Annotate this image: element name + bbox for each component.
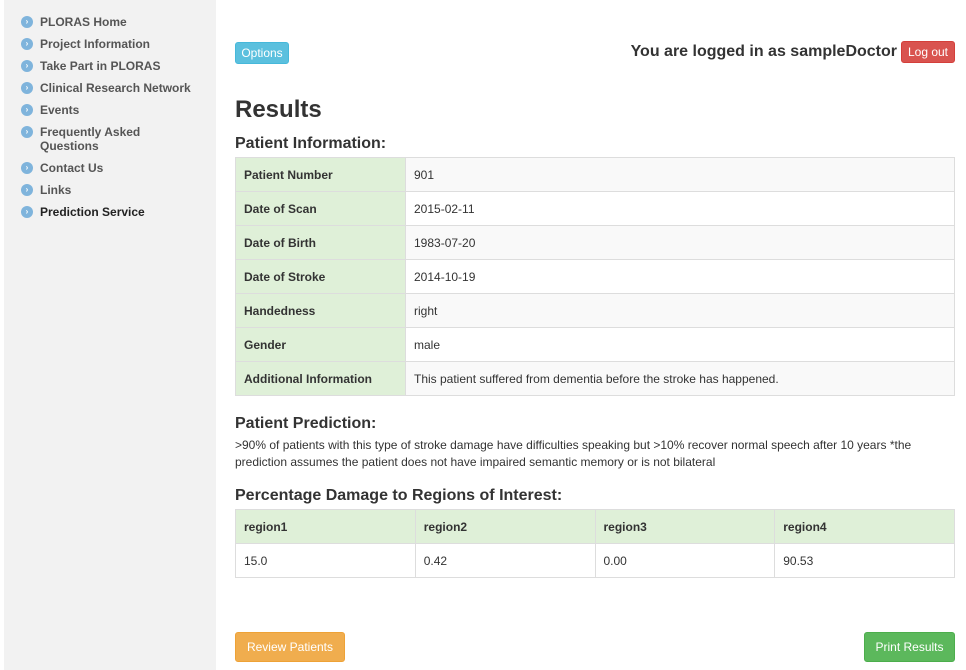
additional-information-label: Additional Information <box>235 361 406 396</box>
additional-information-value: This patient suffered from dementia befo… <box>405 361 955 396</box>
table-row: Gender male <box>235 327 955 362</box>
prediction-text: >90% of patients with this type of strok… <box>235 438 912 469</box>
review-patients-button[interactable]: Review Patients <box>235 632 345 662</box>
sidebar-item-clinical-research-network[interactable]: › Clinical Research Network <box>4 81 216 95</box>
column-header-region4: region4 <box>774 509 955 544</box>
sidebar-item-label: Prediction Service <box>40 205 145 219</box>
roi-heading: Percentage Damage to Regions of Interest… <box>235 487 563 504</box>
date-of-stroke-value: 2014-10-19 <box>405 259 955 294</box>
sidebar-item-label: Events <box>40 103 80 117</box>
chevron-right-icon: › <box>21 206 33 218</box>
options-button[interactable]: Options <box>235 42 289 64</box>
chevron-right-icon: › <box>21 16 33 28</box>
date-of-scan-label: Date of Scan <box>235 191 406 226</box>
table-row: Date of Stroke 2014-10-19 <box>235 259 955 294</box>
region4-value: 90.53 <box>774 543 955 578</box>
table-header-row: region1 region2 region3 region4 <box>235 509 955 544</box>
sidebar-item-label: PLORAS Home <box>40 15 127 29</box>
date-of-birth-value: 1983-07-20 <box>405 225 955 260</box>
chevron-right-icon: › <box>21 60 33 72</box>
gender-value: male <box>405 327 955 362</box>
sidebar-item-label: Take Part in PLORAS <box>40 59 161 73</box>
sidebar-item-prediction-service[interactable]: › Prediction Service <box>4 205 216 219</box>
sidebar-item-links[interactable]: › Links <box>4 183 216 197</box>
region2-value: 0.42 <box>414 543 596 578</box>
patient-number-value: 901 <box>405 157 955 192</box>
sidebar-item-contact-us[interactable]: › Contact Us <box>4 161 216 175</box>
sidebar-item-faq[interactable]: › Frequently Asked Questions <box>4 125 216 153</box>
print-results-button[interactable]: Print Results <box>864 632 955 662</box>
sidebar-item-label: Project Information <box>40 37 151 51</box>
region3-value: 0.00 <box>594 543 776 578</box>
column-header-region1: region1 <box>235 509 416 544</box>
handedness-label: Handedness <box>235 293 406 328</box>
sidebar-item-take-part[interactable]: › Take Part in PLORAS <box>4 59 216 73</box>
sidebar: › PLORAS Home › Project Information › Ta… <box>4 0 216 670</box>
roi-table: region1 region2 region3 region4 15.0 0.4… <box>235 509 955 578</box>
sidebar-item-label: Contact Us <box>40 161 104 175</box>
chevron-right-icon: › <box>21 82 33 94</box>
table-row: Patient Number 901 <box>235 157 955 192</box>
date-of-stroke-label: Date of Stroke <box>235 259 406 294</box>
table-row: Handedness right <box>235 293 955 328</box>
sidebar-item-label: Links <box>40 183 72 197</box>
patient-info-table: Patient Number 901 Date of Scan 2015-02-… <box>235 157 955 396</box>
gender-label: Gender <box>235 327 406 362</box>
region1-value: 15.0 <box>235 543 416 578</box>
handedness-value: right <box>405 293 955 328</box>
sidebar-item-ploras-home[interactable]: › PLORAS Home <box>4 15 216 29</box>
sidebar-item-label: Clinical Research Network <box>40 81 191 95</box>
column-header-region3: region3 <box>594 509 776 544</box>
patient-number-label: Patient Number <box>235 157 406 192</box>
chevron-right-icon: › <box>21 104 33 116</box>
logged-in-text: You are logged in as sampleDoctor <box>630 43 897 60</box>
chevron-right-icon: › <box>21 38 33 50</box>
date-of-birth-label: Date of Birth <box>235 225 406 260</box>
chevron-right-icon: › <box>21 184 33 196</box>
table-row: Date of Birth 1983-07-20 <box>235 225 955 260</box>
sidebar-item-label: Frequently Asked Questions <box>40 125 141 153</box>
column-header-region2: region2 <box>414 509 596 544</box>
table-row: Date of Scan 2015-02-11 <box>235 191 955 226</box>
chevron-right-icon: › <box>21 162 33 174</box>
table-row: 15.0 0.42 0.00 90.53 <box>235 543 955 578</box>
login-status: You are logged in as sampleDoctor Log ou… <box>631 41 955 63</box>
sidebar-item-events[interactable]: › Events <box>4 103 216 117</box>
table-row: Additional Information This patient suff… <box>235 361 955 396</box>
patient-info-heading: Patient Information: <box>235 135 387 152</box>
page-title: Results <box>235 96 322 123</box>
chevron-right-icon: › <box>21 126 33 138</box>
date-of-scan-value: 2015-02-11 <box>405 191 955 226</box>
sidebar-item-project-information[interactable]: › Project Information <box>4 37 216 51</box>
patient-prediction-heading: Patient Prediction: <box>235 415 377 432</box>
sidebar-nav: › PLORAS Home › Project Information › Ta… <box>4 0 216 219</box>
logout-button[interactable]: Log out <box>901 41 955 63</box>
